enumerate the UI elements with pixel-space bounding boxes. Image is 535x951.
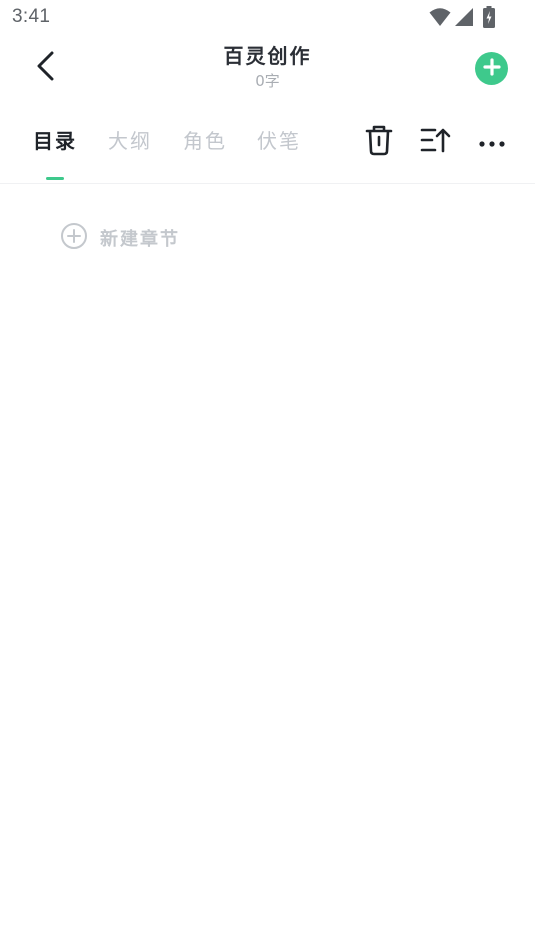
- more-icon: [478, 133, 506, 152]
- header: 百灵创作 0字: [0, 36, 535, 108]
- plus-circle-outline-icon: [60, 222, 88, 254]
- more-button[interactable]: [474, 124, 510, 160]
- status-icons: [429, 6, 495, 32]
- status-time: 3:41: [12, 6, 51, 27]
- page-title: 百灵创作: [223, 44, 312, 68]
- tab-bar: 目录 大纲 角色 伏笔: [0, 108, 535, 184]
- new-chapter-label: 新建章节: [100, 229, 180, 250]
- delete-button[interactable]: [361, 124, 397, 160]
- wifi-icon: [429, 7, 451, 31]
- title-area: 百灵创作 0字: [0, 42, 535, 91]
- status-bar: 3:41: [0, 0, 535, 36]
- tab-outline[interactable]: 大纲: [108, 128, 152, 154]
- tab-characters[interactable]: 角色: [183, 128, 227, 154]
- trash-icon: [364, 124, 394, 160]
- cell-signal-icon: [454, 7, 474, 31]
- tab-directory[interactable]: 目录: [33, 128, 77, 154]
- sort-button[interactable]: [417, 124, 453, 160]
- active-tab-indicator: [46, 177, 64, 180]
- word-count: 0字: [255, 72, 280, 90]
- new-chapter-button[interactable]: 新建章节: [60, 222, 180, 254]
- sort-ascending-icon: [419, 126, 451, 158]
- plus-circle-icon: [482, 57, 501, 80]
- battery-icon: [483, 6, 495, 32]
- tab-foreshadowing[interactable]: 伏笔: [257, 128, 301, 154]
- add-button[interactable]: [475, 52, 508, 85]
